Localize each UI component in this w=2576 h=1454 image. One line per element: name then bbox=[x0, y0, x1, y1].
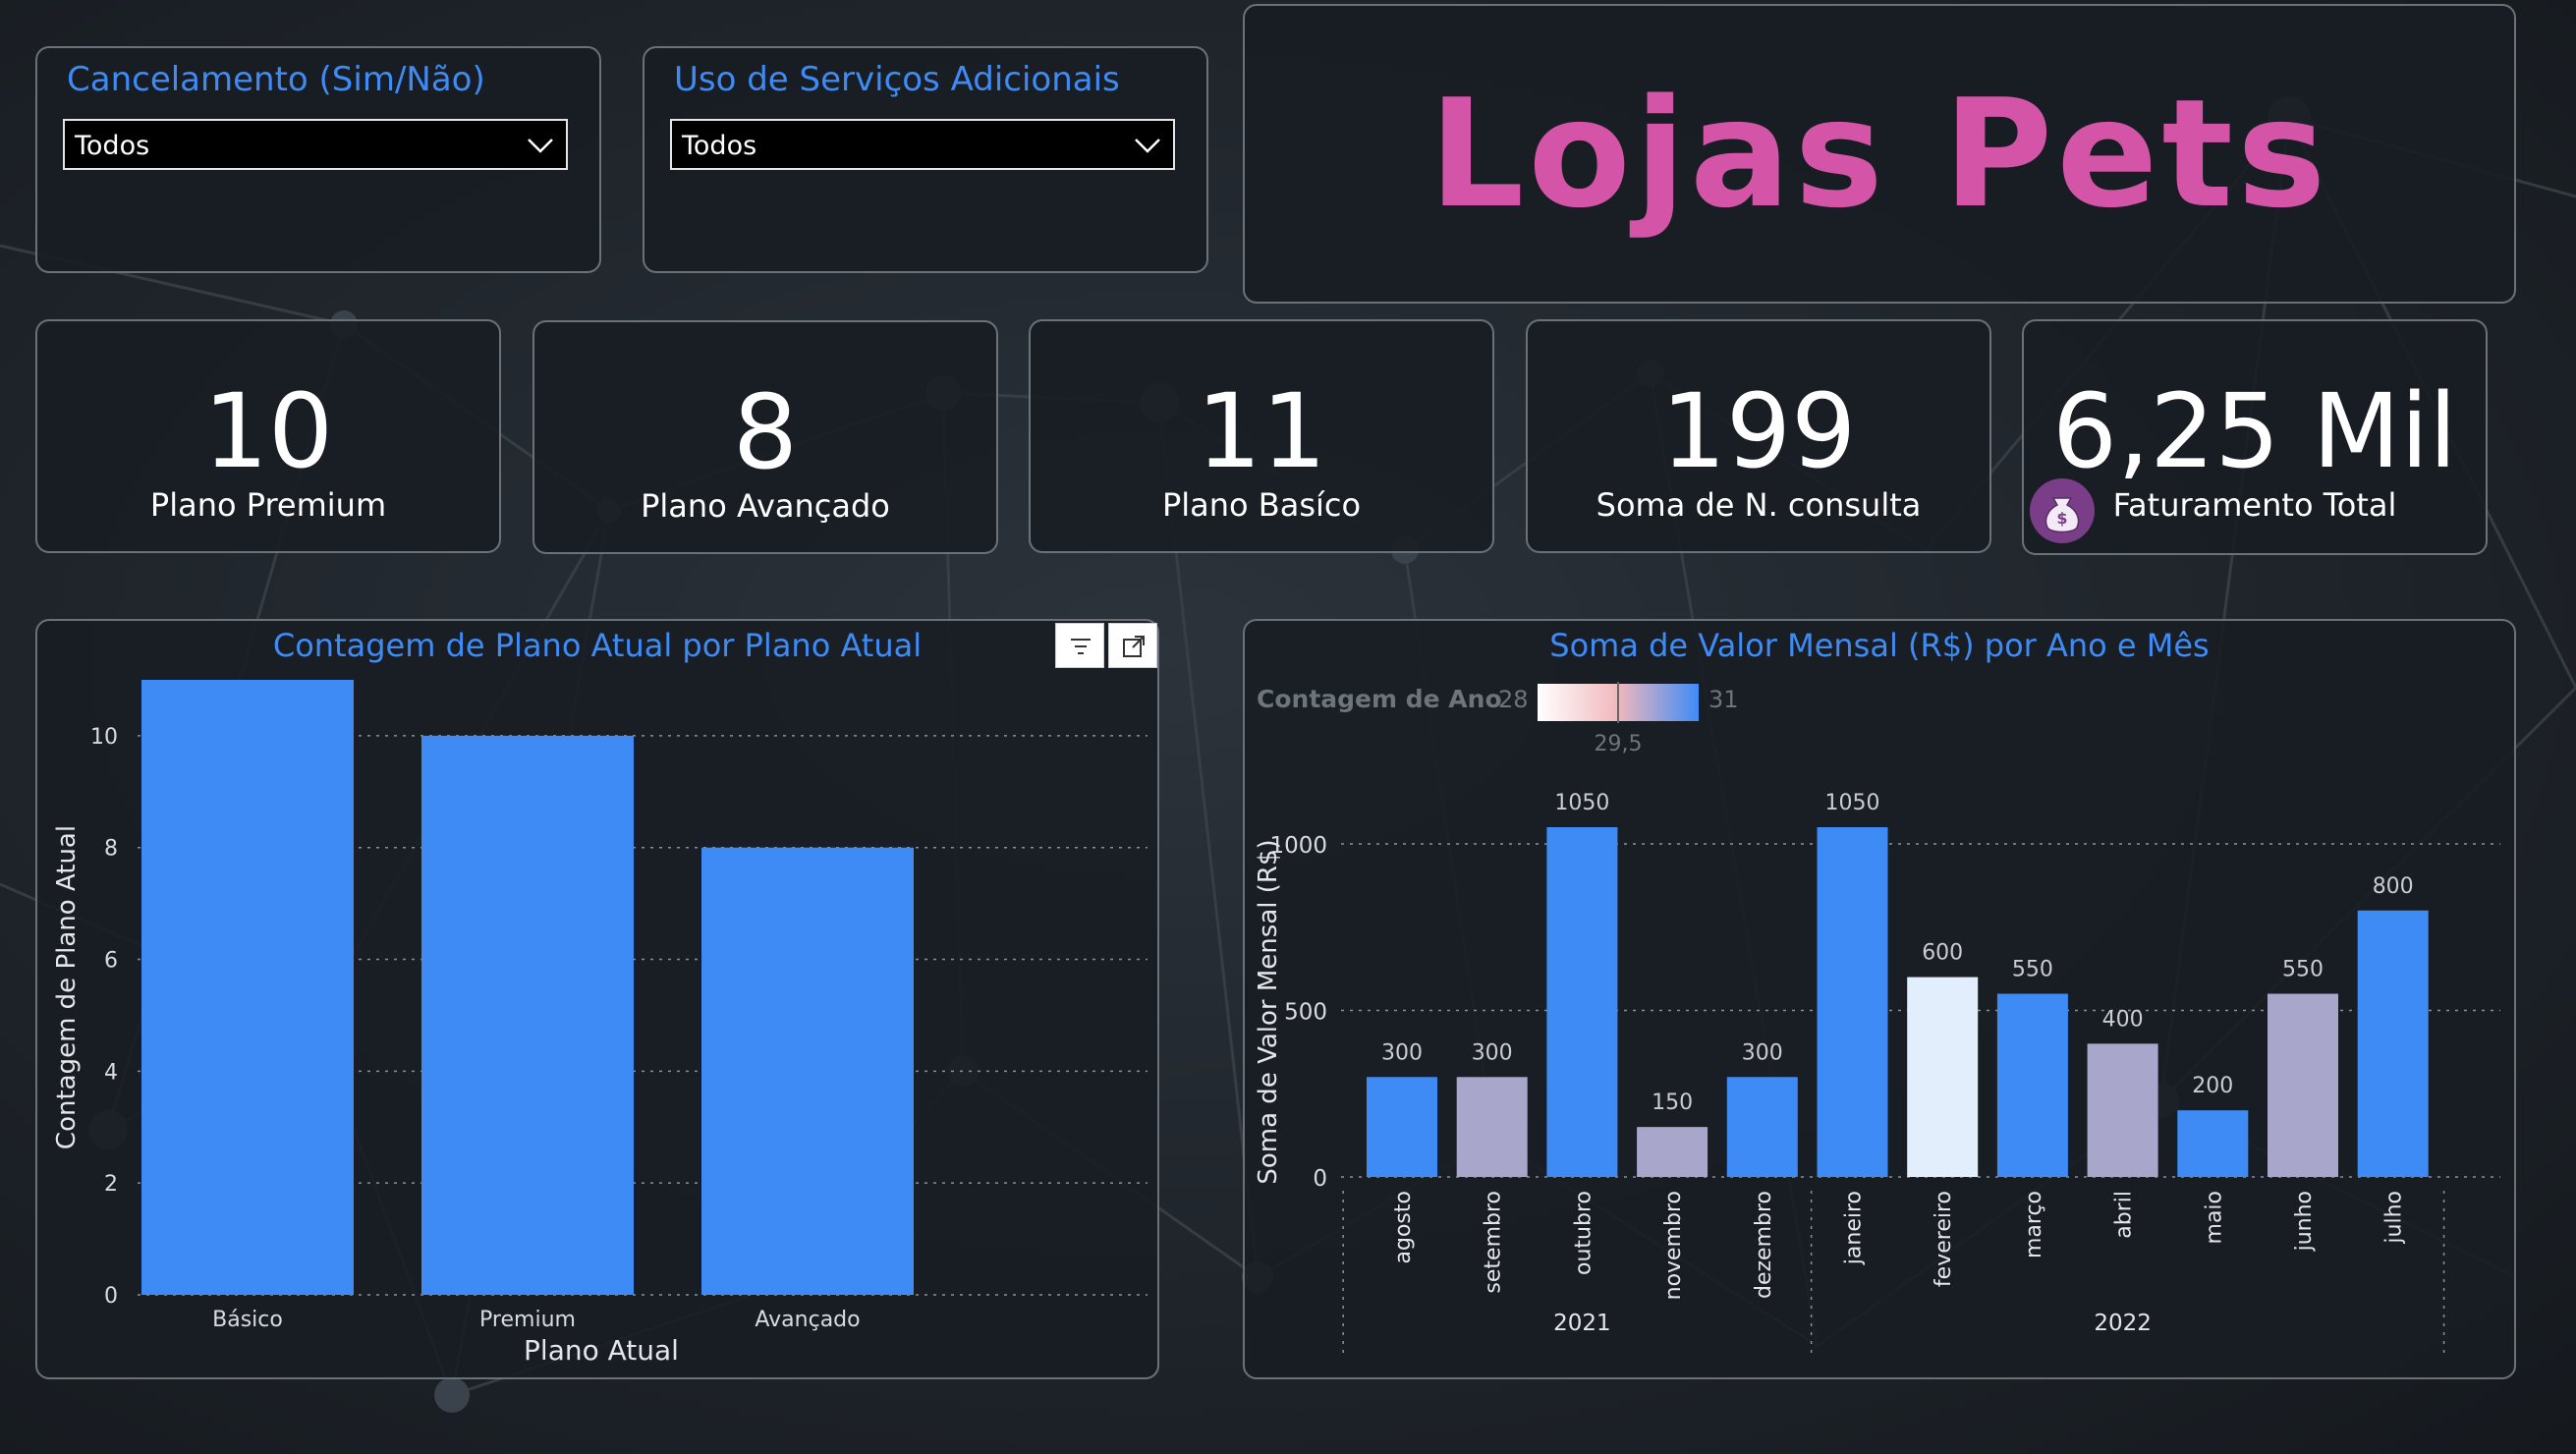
data-label: 550 bbox=[2282, 958, 2324, 982]
title-card: Lojas Pets bbox=[1243, 4, 2516, 304]
x-tick-label: fevereiro bbox=[1932, 1191, 1956, 1287]
kpi-label: Plano Basíco bbox=[1161, 486, 1362, 524]
kpi-card-faturamento: 6,25 Mil $ Faturamento Total bbox=[2022, 319, 2488, 555]
dropdown-value: Todos bbox=[75, 131, 150, 161]
chevron-down-icon bbox=[528, 139, 553, 153]
kpi-label: Faturamento Total bbox=[2112, 486, 2397, 524]
y-tick-label: 500 bbox=[1284, 999, 1327, 1025]
y-tick-label: 10 bbox=[90, 725, 118, 750]
x-tick-label: maio bbox=[2202, 1191, 2226, 1244]
x-tick-label: Básico bbox=[212, 1308, 283, 1332]
color-legend-max: 31 bbox=[1708, 686, 1739, 713]
data-label: 600 bbox=[1922, 941, 1963, 966]
y-tick-label: 0 bbox=[104, 1284, 118, 1309]
slicer-servicos-adicionais: Uso de Serviços Adicionais Todos bbox=[643, 46, 1208, 273]
bar bbox=[701, 847, 914, 1295]
bar bbox=[2087, 1043, 2158, 1177]
kpi-value: 6,25 Mil bbox=[2051, 371, 2458, 491]
x-tick-label: março bbox=[2022, 1191, 2046, 1258]
x-tick-label: novembro bbox=[1661, 1191, 1686, 1300]
bar bbox=[1996, 993, 2068, 1177]
valor-chart-svg: Contagem de Ano28 3129,505001000300agosto… bbox=[1254, 682, 2500, 1356]
color-legend-mid: 29,5 bbox=[1595, 732, 1643, 756]
x-tick-label: outubro bbox=[1571, 1191, 1596, 1275]
kpi-label: Plano Avançado bbox=[641, 487, 890, 525]
bar bbox=[141, 680, 354, 1295]
bar bbox=[1907, 977, 1979, 1177]
kpi-card-avancado: 8 Plano Avançado bbox=[532, 320, 998, 554]
y-tick-label: 8 bbox=[104, 837, 118, 862]
color-legend-title: Contagem de Ano bbox=[1257, 685, 1502, 713]
data-label: 200 bbox=[2192, 1074, 2233, 1098]
x-tick-label: setembro bbox=[1482, 1191, 1506, 1294]
year-label: 2021 bbox=[1553, 1311, 1611, 1336]
bar bbox=[1637, 1127, 1708, 1177]
color-legend-min: 28 bbox=[1498, 686, 1529, 713]
x-tick-label: Premium bbox=[479, 1308, 576, 1332]
y-tick-label: 4 bbox=[104, 1060, 118, 1085]
kpi-value: 8 bbox=[732, 372, 799, 492]
kpi-value: 10 bbox=[202, 371, 334, 491]
kpi-card-consultas: 199 Soma de N. consulta bbox=[1526, 319, 1991, 553]
data-label: 150 bbox=[1652, 1090, 1693, 1115]
bar bbox=[1367, 1077, 1437, 1177]
bar bbox=[2357, 910, 2429, 1177]
kpi-value: 11 bbox=[1196, 371, 1327, 491]
chart-plano-atual: Contagem de Plano Atual por Plano Atual … bbox=[35, 619, 1159, 1379]
data-label: 300 bbox=[1742, 1040, 1783, 1065]
year-label: 2022 bbox=[2094, 1311, 2152, 1336]
bar bbox=[1817, 827, 1888, 1177]
data-label: 1050 bbox=[1825, 791, 1880, 815]
bar bbox=[2177, 1110, 2249, 1177]
data-label: 800 bbox=[2373, 874, 2414, 899]
x-tick-label: Avançado bbox=[755, 1308, 860, 1332]
data-label: 300 bbox=[1472, 1040, 1513, 1065]
y-axis-title: Contagem de Plano Atual bbox=[52, 825, 82, 1149]
bar bbox=[2268, 993, 2338, 1177]
data-label: 400 bbox=[2102, 1007, 2144, 1032]
x-tick-label: junho bbox=[2292, 1191, 2317, 1252]
bar bbox=[1546, 827, 1618, 1177]
bar bbox=[421, 735, 634, 1295]
cancelamento-dropdown[interactable]: Todos bbox=[63, 119, 568, 170]
bar bbox=[1726, 1077, 1798, 1177]
slicer-title: Uso de Serviços Adicionais bbox=[674, 60, 1120, 99]
page-title: Lojas Pets bbox=[1428, 67, 2330, 241]
plano-chart-svg: 0 2 4 6 8 10 Básico Premium Avançado Plano Atual C… bbox=[52, 680, 1148, 1367]
data-label: 300 bbox=[1381, 1040, 1423, 1065]
kpi-label: Plano Premium bbox=[149, 486, 387, 524]
slicer-title: Cancelamento (Sim/Não) bbox=[67, 60, 485, 99]
x-tick-label: abril bbox=[2112, 1191, 2137, 1239]
data-label: 550 bbox=[2012, 958, 2053, 982]
x-tick-label: agosto bbox=[1391, 1191, 1416, 1263]
slicer-cancelamento: Cancelamento (Sim/Não) Todos bbox=[35, 46, 601, 273]
y-tick-label: 6 bbox=[104, 949, 118, 974]
x-tick-label: julho bbox=[2382, 1191, 2407, 1245]
data-label: 1050 bbox=[1554, 791, 1609, 815]
kpi-card-premium: 10 Plano Premium bbox=[35, 319, 501, 553]
dropdown-value: Todos bbox=[682, 131, 757, 161]
bar bbox=[1456, 1077, 1528, 1177]
servicos-dropdown[interactable]: Todos bbox=[670, 119, 1175, 170]
y-tick-label: 0 bbox=[1313, 1166, 1327, 1192]
y-axis-title: Soma de Valor Mensal (R$) bbox=[1254, 839, 1283, 1184]
x-tick-label: janeiro bbox=[1842, 1191, 1867, 1265]
chevron-down-icon bbox=[1135, 139, 1160, 153]
kpi-label: Soma de N. consulta bbox=[1596, 486, 1922, 524]
kpi-card-basico: 11 Plano Basíco bbox=[1029, 319, 1494, 553]
x-tick-label: dezembro bbox=[1752, 1191, 1776, 1299]
chart-valor-mensal: Soma de Valor Mensal (R$) por Ano e Mês … bbox=[1243, 619, 2516, 1379]
kpi-value: 199 bbox=[1660, 371, 1857, 491]
y-tick-label: 2 bbox=[104, 1172, 118, 1197]
x-axis-title: Plano Atual bbox=[524, 1334, 679, 1367]
